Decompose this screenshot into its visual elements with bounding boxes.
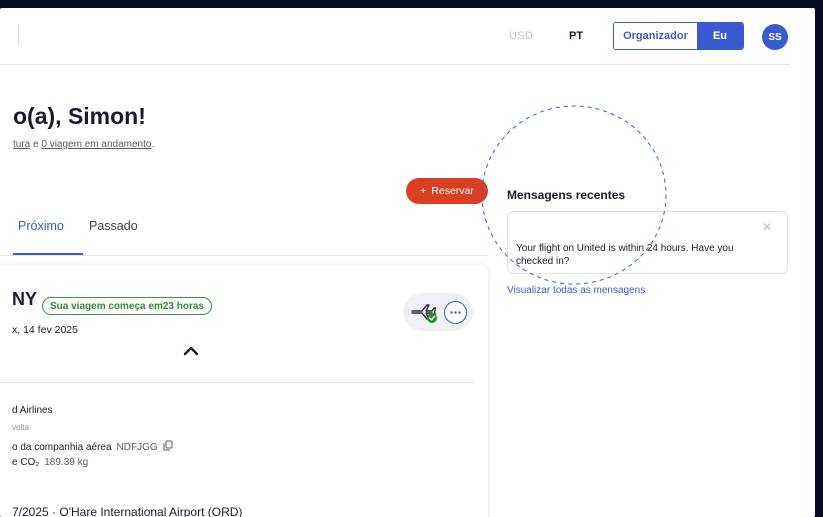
trip-summary: tura e 0 viagem em andamento. (13, 139, 154, 150)
airline-locator: o da companhia aérea NDFJGG (12, 440, 173, 454)
trip-type: volta (12, 423, 29, 432)
upcoming-trips-link[interactable]: tura (13, 139, 30, 150)
currency-selector[interactable]: USD (509, 30, 533, 42)
user-avatar[interactable]: SS (762, 24, 788, 50)
recent-messages-title: Mensagens recentes (507, 188, 626, 202)
top-navigation-bar: USD PT Organizador Eu SS (0, 8, 790, 65)
close-icon[interactable]: ✕ (762, 220, 772, 234)
co2-label: e CO₂ (12, 457, 40, 468)
ongoing-trips-link[interactable]: 0 viagem em andamento (41, 139, 151, 150)
chevron-up-icon[interactable] (183, 344, 199, 363)
co2-value: 189.39 kg (44, 457, 89, 468)
summary-conjunction: e (30, 139, 42, 150)
trip-date: x, 14 fev 2025 (12, 324, 78, 336)
card-divider (0, 382, 475, 383)
trip-start-badge: Sua viagem começa em23 horas (42, 297, 212, 315)
topbar-divider (18, 24, 19, 46)
app-viewport: USD PT Organizador Eu SS o(a), Simon! tu… (0, 8, 815, 517)
view-all-messages-link[interactable]: Visualizar todas as mensagens (507, 285, 645, 296)
locator-code: NDFJGG (116, 441, 158, 453)
toggle-organizer-option[interactable]: Organizador (614, 23, 697, 49)
reserve-button-label: Reservar (431, 185, 474, 197)
plane-checked-icon (410, 303, 440, 330)
co2-emissions: e CO₂ 189.39 kg (12, 457, 88, 468)
trip-destination: NY (12, 289, 38, 309)
plus-icon: + (420, 185, 427, 197)
airline-name: d Airlines (12, 405, 53, 416)
reserve-button[interactable]: + Reservar (406, 178, 488, 204)
toggle-self-option[interactable]: Eu (697, 23, 743, 49)
locator-label: o da companhia aérea (12, 441, 112, 453)
language-selector[interactable]: PT (569, 30, 583, 42)
tab-past[interactable]: Passado (89, 218, 138, 256)
message-text: Your flight on United is within 24 hours… (516, 243, 734, 267)
summary-period: . (151, 139, 155, 150)
active-tab-indicator (13, 253, 83, 255)
tab-upcoming[interactable]: Próximo (18, 218, 64, 256)
organizer-self-toggle: Organizador Eu (613, 22, 744, 50)
trip-tabs: Próximo Passado (0, 218, 488, 256)
flight-departure-line: 7/2025 · O'Hare International Airport (O… (12, 505, 243, 517)
page-greeting: o(a), Simon! (13, 103, 146, 129)
more-icon[interactable] (444, 301, 467, 324)
copy-icon[interactable] (163, 440, 173, 454)
